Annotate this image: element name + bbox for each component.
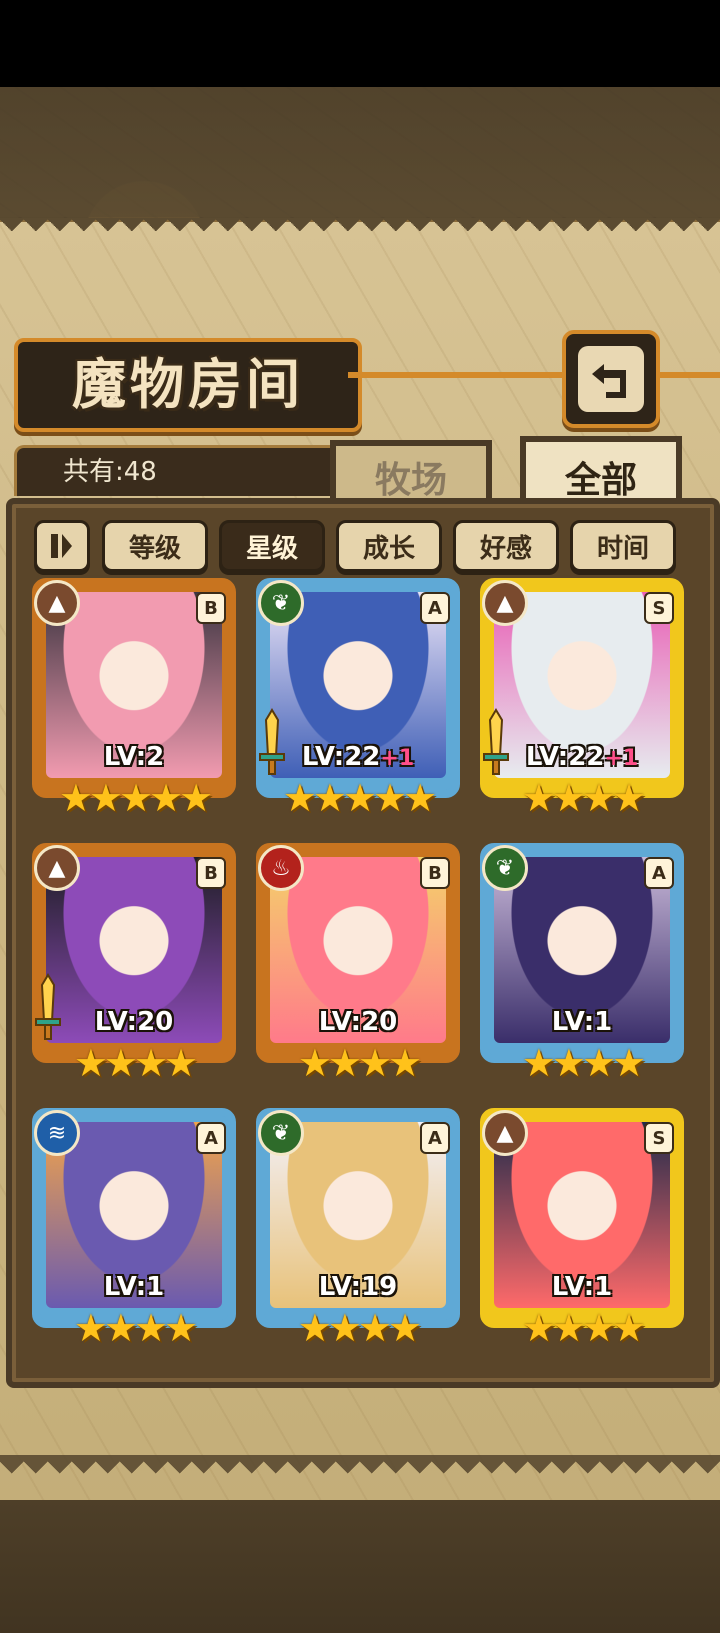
sort-growth-button[interactable]: 成长 <box>336 520 442 572</box>
sort-stars-button[interactable]: 星级 <box>219 520 325 572</box>
monster-level: LV:20 <box>94 1007 174 1037</box>
map-bottom <box>0 1500 720 1633</box>
earth-element-icon: ▲ <box>34 845 80 891</box>
monster-card[interactable]: ▲ S LV:22+1 ★★★★ <box>480 578 684 826</box>
monster-level: LV:22+1 <box>301 742 415 772</box>
nature-element-icon: ❦ <box>258 1110 304 1156</box>
rank-badge: A <box>644 857 674 889</box>
sort-affection-button[interactable]: 好感 <box>453 520 559 572</box>
earth-element-icon: ▲ <box>34 580 80 626</box>
monster-level: LV:19 <box>318 1272 398 1302</box>
monster-level: LV:1 <box>103 1272 165 1302</box>
level-bonus: +1 <box>380 746 415 771</box>
monster-card[interactable]: ▲ B LV:20 ★★★★ <box>32 843 236 1091</box>
rank-badge: A <box>420 1122 450 1154</box>
monster-level: LV:1 <box>551 1007 613 1037</box>
earth-element-icon: ▲ <box>482 1110 528 1156</box>
monster-card[interactable]: ❦ A LV:19 ★★★★ <box>256 1108 460 1356</box>
star-rating: ★★★★ <box>521 1306 646 1350</box>
nature-element-icon: ❦ <box>482 845 528 891</box>
monster-level: LV:1 <box>551 1272 613 1302</box>
water-element-icon: ≋ <box>34 1110 80 1156</box>
earth-element-icon: ▲ <box>482 580 528 626</box>
rank-badge: A <box>196 1122 226 1154</box>
rank-badge: B <box>196 592 226 624</box>
nature-element-icon: ❦ <box>258 580 304 626</box>
back-arrow-icon <box>578 346 644 412</box>
monster-level: LV:22+1 <box>525 742 639 772</box>
star-rating: ★★★★★ <box>58 776 213 820</box>
star-rating: ★★★★★ <box>282 776 437 820</box>
monster-count: 共有:48 <box>63 457 157 487</box>
back-button[interactable] <box>562 330 660 428</box>
rank-badge: A <box>420 592 450 624</box>
pause-bars-icon <box>51 534 72 558</box>
star-rating: ★★★★ <box>521 1041 646 1085</box>
sort-time-button[interactable]: 时间 <box>570 520 676 572</box>
rank-badge: S <box>644 1122 674 1154</box>
monster-level: LV:20 <box>318 1007 398 1037</box>
monster-level: LV:2 <box>103 742 165 772</box>
panel-top-edge <box>0 218 720 248</box>
star-rating: ★★★★ <box>73 1041 198 1085</box>
monster-count-bar: 共有:48 <box>14 445 347 496</box>
monster-card[interactable]: ♨ B LV:20 ★★★★ <box>256 843 460 1091</box>
monster-card[interactable]: ▲ B LV:2 ★★★★★ <box>32 578 236 826</box>
status-bar <box>0 0 720 87</box>
panel-bottom-edge <box>0 1455 720 1505</box>
fire-element-icon: ♨ <box>258 845 304 891</box>
rank-badge: B <box>196 857 226 889</box>
star-rating: ★★★★ <box>297 1041 422 1085</box>
star-rating: ★★★★ <box>73 1306 198 1350</box>
rank-badge: S <box>644 592 674 624</box>
monster-card[interactable]: ≋ A LV:1 ★★★★ <box>32 1108 236 1356</box>
star-rating: ★★★★ <box>297 1306 422 1350</box>
sort-order-toggle[interactable] <box>34 520 90 572</box>
title-plate: 魔物房间 <box>14 338 720 432</box>
star-rating: ★★★★ <box>521 776 646 820</box>
monster-card[interactable]: ▲ S LV:1 ★★★★ <box>480 1108 684 1356</box>
monster-card[interactable]: ❦ A LV:22+1 ★★★★★ <box>256 578 460 826</box>
monster-card[interactable]: ❦ A LV:1 ★★★★ <box>480 843 684 1091</box>
page-title: 魔物房间 <box>72 353 304 416</box>
rank-badge: B <box>420 857 450 889</box>
level-bonus: +1 <box>604 746 639 771</box>
sort-level-button[interactable]: 等级 <box>102 520 208 572</box>
